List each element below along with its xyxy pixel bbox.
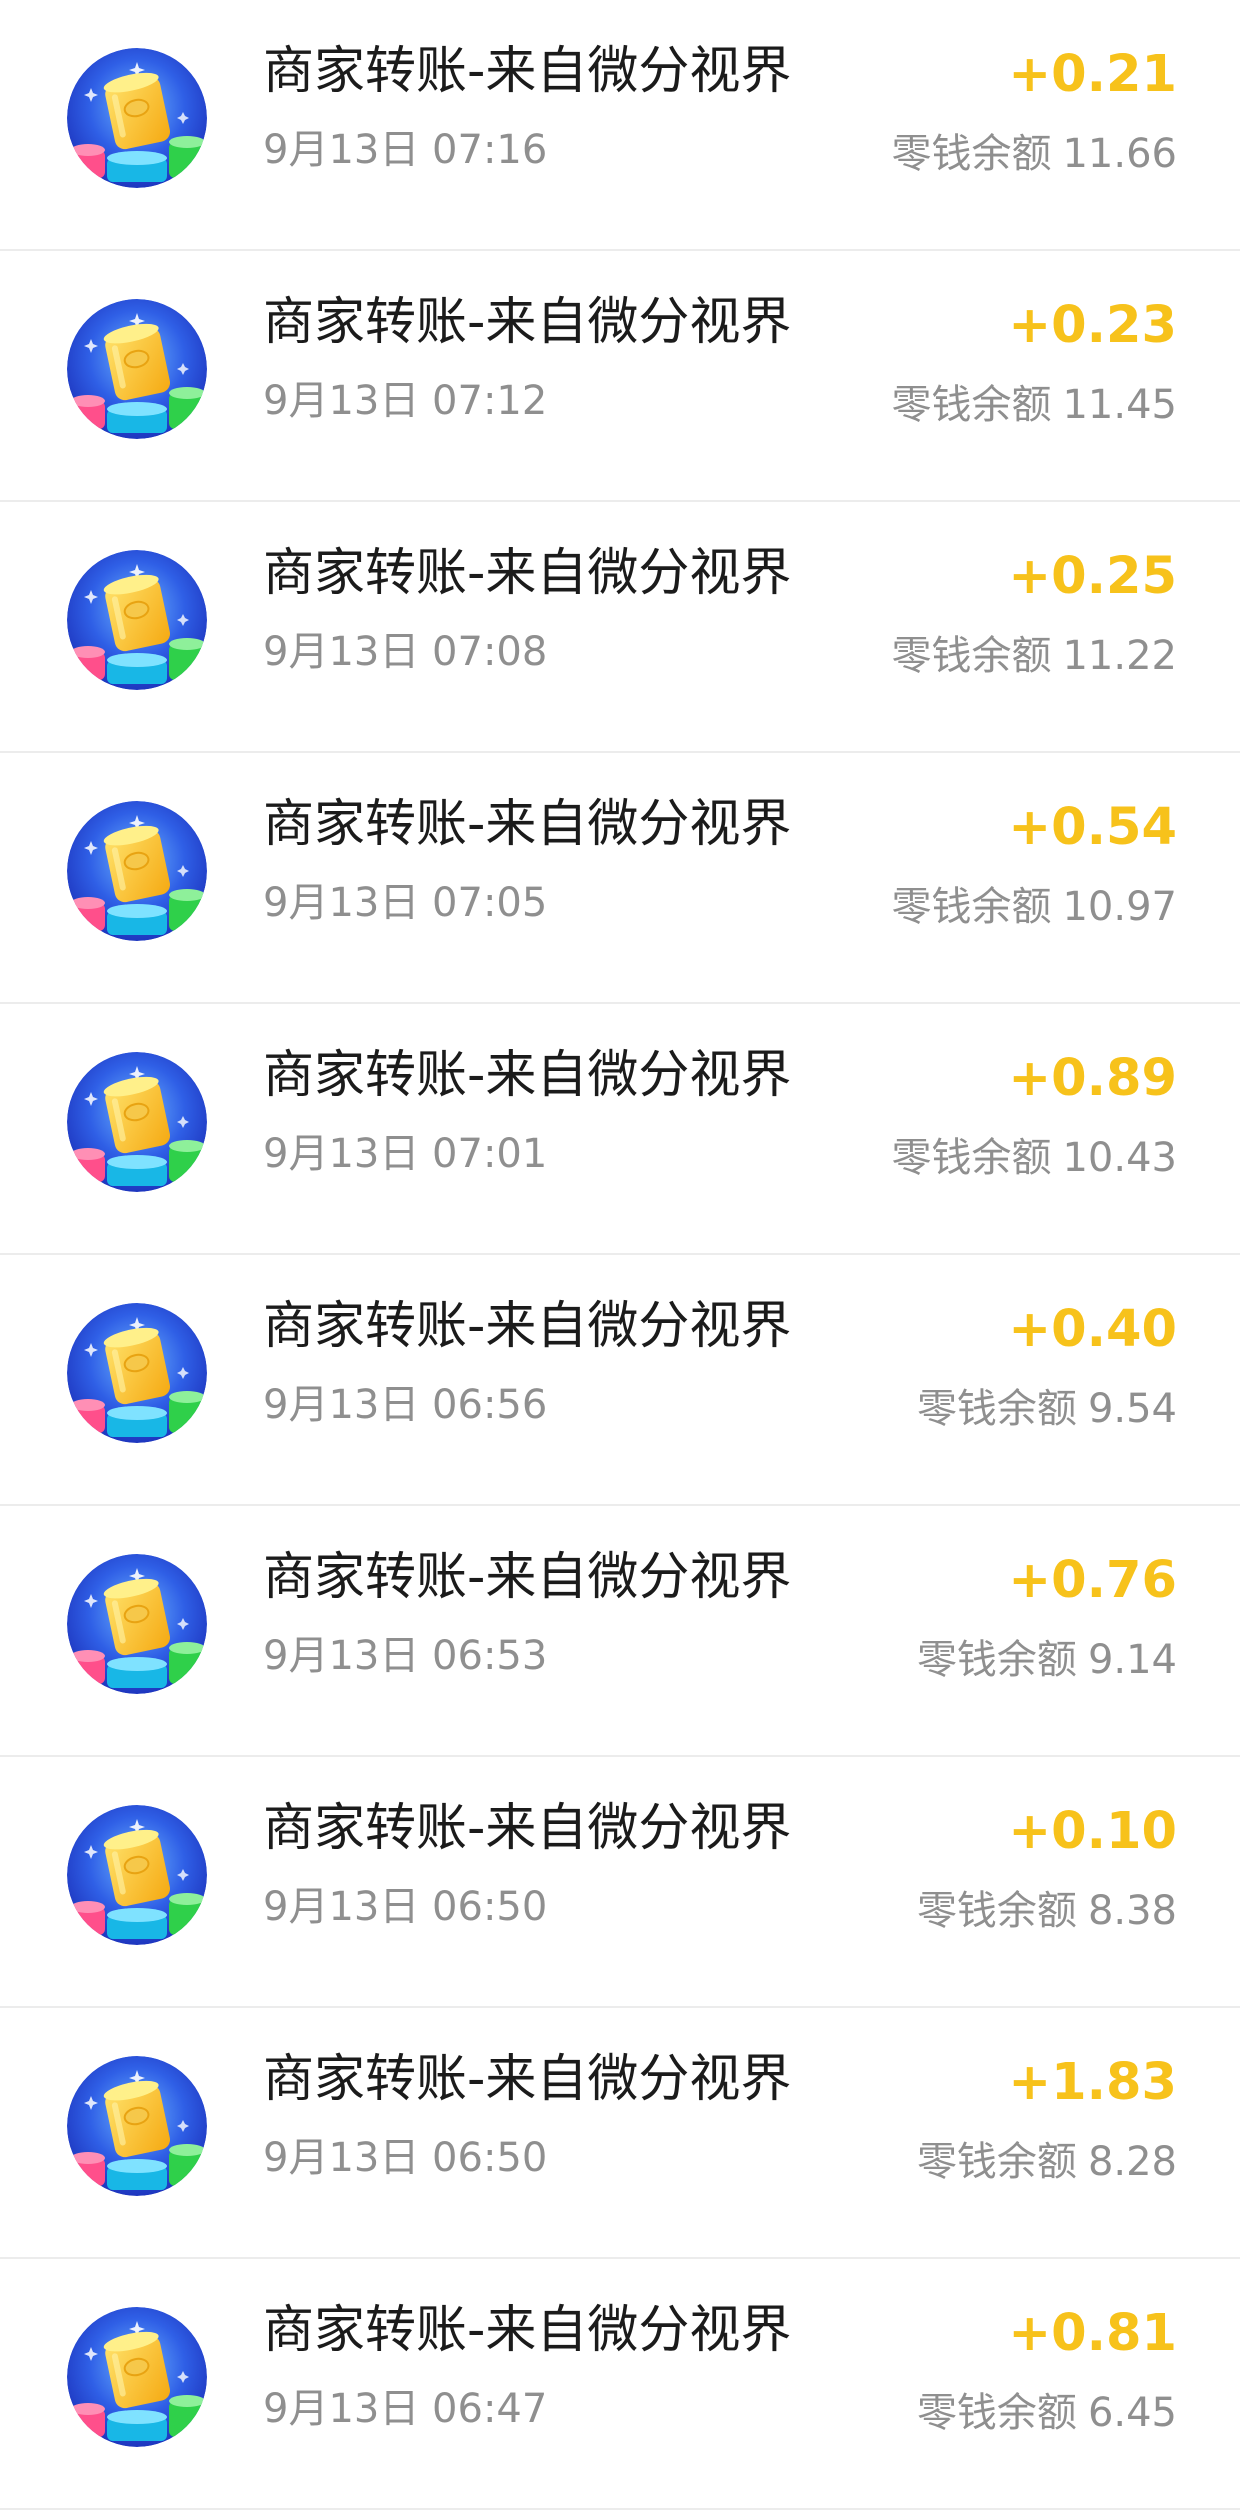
transaction-row[interactable]: 商家转账-来自微分视界 9月13日 07:05 +0.54 零钱余额 10.97	[0, 753, 1240, 1004]
balance-info: 零钱余额 10.43	[891, 1129, 1177, 1187]
balance-info: 零钱余额 8.38	[917, 1882, 1177, 1940]
transaction-amount: +0.76	[1008, 1551, 1177, 1610]
balance-label: 零钱余额	[916, 1386, 1077, 1432]
transaction-amount: +0.21	[1008, 45, 1177, 104]
balance-value: 10.43	[1062, 1135, 1177, 1181]
balance-label: 零钱余额	[891, 633, 1052, 679]
transaction-title: 商家转账-来自微分视界	[263, 293, 792, 352]
balance-label: 零钱余额	[891, 382, 1052, 428]
transaction-row[interactable]: 商家转账-来自微分视界 9月13日 06:47 +0.81 零钱余额 6.45	[0, 2259, 1240, 2510]
transaction-time: 9月13日 07:16	[263, 127, 548, 173]
transaction-title: 商家转账-来自微分视界	[263, 1548, 792, 1607]
transaction-amount: +0.54	[1008, 798, 1177, 857]
balance-value: 8.28	[1087, 2139, 1177, 2185]
merchant-avatar-icon	[67, 299, 207, 439]
balance-value: 10.97	[1062, 884, 1177, 930]
balance-info: 零钱余额 11.66	[891, 125, 1177, 183]
transaction-amount: +1.83	[1008, 2053, 1177, 2112]
transaction-title: 商家转账-来自微分视界	[263, 795, 792, 854]
balance-label: 零钱余额	[891, 1135, 1052, 1181]
merchant-avatar-icon	[67, 550, 207, 690]
transaction-title: 商家转账-来自微分视界	[263, 1297, 792, 1356]
balance-info: 零钱余额 10.97	[891, 878, 1177, 936]
balance-info: 零钱余额 9.54	[917, 1380, 1177, 1438]
merchant-avatar-icon	[67, 801, 207, 941]
merchant-avatar-icon	[67, 1303, 207, 1443]
balance-label: 零钱余额	[916, 1637, 1077, 1683]
transaction-time: 9月13日 06:53	[263, 1633, 548, 1679]
balance-info: 零钱余额 8.28	[917, 2133, 1177, 2191]
merchant-avatar-icon	[67, 2056, 207, 2196]
balance-info: 零钱余额 11.45	[891, 376, 1177, 434]
balance-value: 9.14	[1087, 1637, 1177, 1683]
transaction-list: 商家转账-来自微分视界 9月13日 07:16 +0.21 零钱余额 11.66 …	[0, 0, 1240, 2510]
merchant-avatar-icon	[67, 48, 207, 188]
transaction-row[interactable]: 商家转账-来自微分视界 9月13日 07:08 +0.25 零钱余额 11.22	[0, 502, 1240, 753]
transaction-title: 商家转账-来自微分视界	[263, 2050, 792, 2109]
transaction-time: 9月13日 06:50	[263, 2135, 548, 2181]
balance-value: 11.66	[1062, 131, 1177, 177]
transaction-time: 9月13日 07:01	[263, 1131, 548, 1177]
transaction-time: 9月13日 07:08	[263, 629, 548, 675]
balance-label: 零钱余额	[916, 2139, 1077, 2185]
transaction-row[interactable]: 商家转账-来自微分视界 9月13日 06:50 +1.83 零钱余额 8.28	[0, 2008, 1240, 2259]
balance-info: 零钱余额 9.14	[917, 1631, 1177, 1689]
transaction-row[interactable]: 商家转账-来自微分视界 9月13日 06:56 +0.40 零钱余额 9.54	[0, 1255, 1240, 1506]
merchant-avatar-icon	[67, 1554, 207, 1694]
transaction-time: 9月13日 06:47	[263, 2386, 548, 2432]
balance-info: 零钱余额 11.22	[891, 627, 1177, 685]
transaction-time: 9月13日 07:05	[263, 880, 548, 926]
transaction-title: 商家转账-来自微分视界	[263, 1799, 792, 1858]
balance-value: 11.45	[1062, 382, 1177, 428]
transaction-amount: +0.40	[1008, 1300, 1177, 1359]
transaction-row[interactable]: 商家转账-来自微分视界 9月13日 07:01 +0.89 零钱余额 10.43	[0, 1004, 1240, 1255]
balance-value: 6.45	[1087, 2390, 1177, 2436]
balance-label: 零钱余额	[916, 2390, 1077, 2436]
merchant-avatar-icon	[67, 1805, 207, 1945]
transaction-amount: +0.23	[1008, 296, 1177, 355]
balance-label: 零钱余额	[891, 131, 1052, 177]
transaction-row[interactable]: 商家转账-来自微分视界 9月13日 07:12 +0.23 零钱余额 11.45	[0, 251, 1240, 502]
transaction-title: 商家转账-来自微分视界	[263, 1046, 792, 1105]
balance-value: 9.54	[1087, 1386, 1177, 1432]
transaction-title: 商家转账-来自微分视界	[263, 2301, 792, 2360]
transaction-row[interactable]: 商家转账-来自微分视界 9月13日 06:53 +0.76 零钱余额 9.14	[0, 1506, 1240, 1757]
balance-value: 11.22	[1062, 633, 1177, 679]
merchant-avatar-icon	[67, 2307, 207, 2447]
balance-info: 零钱余额 6.45	[917, 2384, 1177, 2442]
transaction-amount: +0.89	[1008, 1049, 1177, 1108]
transaction-amount: +0.25	[1008, 547, 1177, 606]
transaction-row[interactable]: 商家转账-来自微分视界 9月13日 06:50 +0.10 零钱余额 8.38	[0, 1757, 1240, 2008]
transaction-amount: +0.81	[1008, 2304, 1177, 2363]
balance-value: 8.38	[1087, 1888, 1177, 1934]
merchant-avatar-icon	[67, 1052, 207, 1192]
transaction-title: 商家转账-来自微分视界	[263, 544, 792, 603]
transaction-time: 9月13日 06:56	[263, 1382, 548, 1428]
transaction-row[interactable]: 商家转账-来自微分视界 9月13日 07:16 +0.21 零钱余额 11.66	[0, 0, 1240, 251]
transaction-title: 商家转账-来自微分视界	[263, 42, 792, 101]
balance-label: 零钱余额	[916, 1888, 1077, 1934]
transaction-time: 9月13日 06:50	[263, 1884, 548, 1930]
balance-label: 零钱余额	[891, 884, 1052, 930]
transaction-time: 9月13日 07:12	[263, 378, 548, 424]
transaction-amount: +0.10	[1008, 1802, 1177, 1861]
